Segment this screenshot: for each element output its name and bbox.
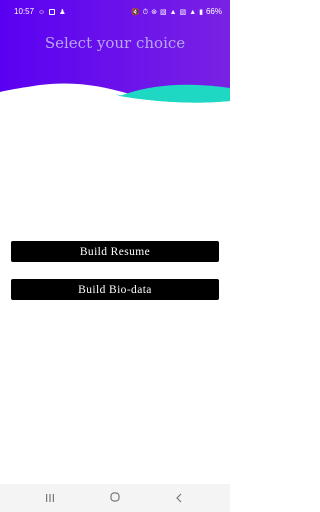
alarm-icon: ⏱ (142, 8, 149, 16)
page-title: Select your choice (44, 34, 186, 52)
recent-apps-icon[interactable] (45, 493, 55, 503)
checkbox-icon (49, 9, 56, 15)
volte-icon-2: ▧ (179, 8, 187, 16)
home-icon[interactable] (110, 492, 120, 502)
status-time: 10:57 (14, 7, 35, 16)
person-icon: ♟ (59, 8, 66, 16)
battery-icon: ▮ (199, 8, 203, 16)
signal-icon: ▲ (169, 8, 177, 16)
status-bar: 10:57 ☺ ♟ 🔇 ⏱ ⊛ ▧ ▲ ▧ ▲ ▮ 66% (0, 0, 230, 24)
navigation-bar (0, 484, 230, 512)
hotspot-icon: ⊛ (151, 8, 157, 16)
snapchat-icon: ☺ (38, 8, 46, 16)
battery-percent: 66% (205, 7, 222, 16)
mute-icon: 🔇 (130, 8, 140, 16)
signal-icon-2: ▲ (189, 8, 197, 16)
back-icon[interactable] (174, 492, 184, 504)
build-resume-button[interactable]: Build Resume (11, 241, 219, 262)
build-biodata-button[interactable]: Build Bio-data (11, 279, 219, 300)
volte-icon: ▧ (160, 8, 167, 16)
